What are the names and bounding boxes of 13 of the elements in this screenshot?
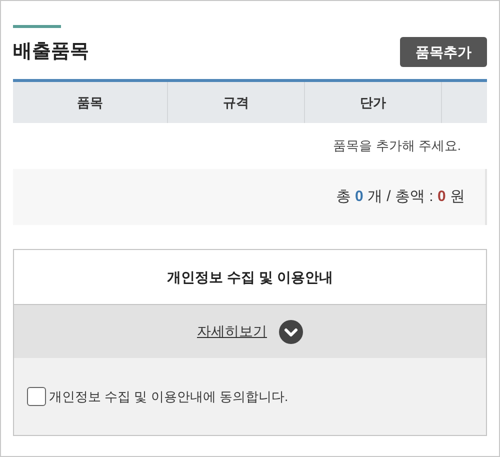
- agree-checkbox[interactable]: [27, 387, 46, 406]
- agree-label: 개인정보 수집 및 이용안내에 동의합니다.: [49, 388, 288, 406]
- column-header: 단가: [360, 94, 386, 112]
- details-link[interactable]: 자세히보기: [197, 321, 267, 342]
- privacy-title: 개인정보 수집 및 이용안내: [167, 268, 333, 286]
- accent-bar: [13, 25, 61, 28]
- add-item-button[interactable]: 품목추가: [400, 37, 487, 67]
- summary-text: 총 0 개 / 총액 : 0 원: [336, 186, 465, 207]
- empty-message: 품목을 추가해 주세요.: [333, 137, 461, 156]
- column-header: 품목: [77, 94, 103, 112]
- chevron-down-icon[interactable]: [279, 320, 303, 344]
- column-header: 규격: [223, 94, 249, 112]
- section-title: 배출품목: [13, 40, 89, 64]
